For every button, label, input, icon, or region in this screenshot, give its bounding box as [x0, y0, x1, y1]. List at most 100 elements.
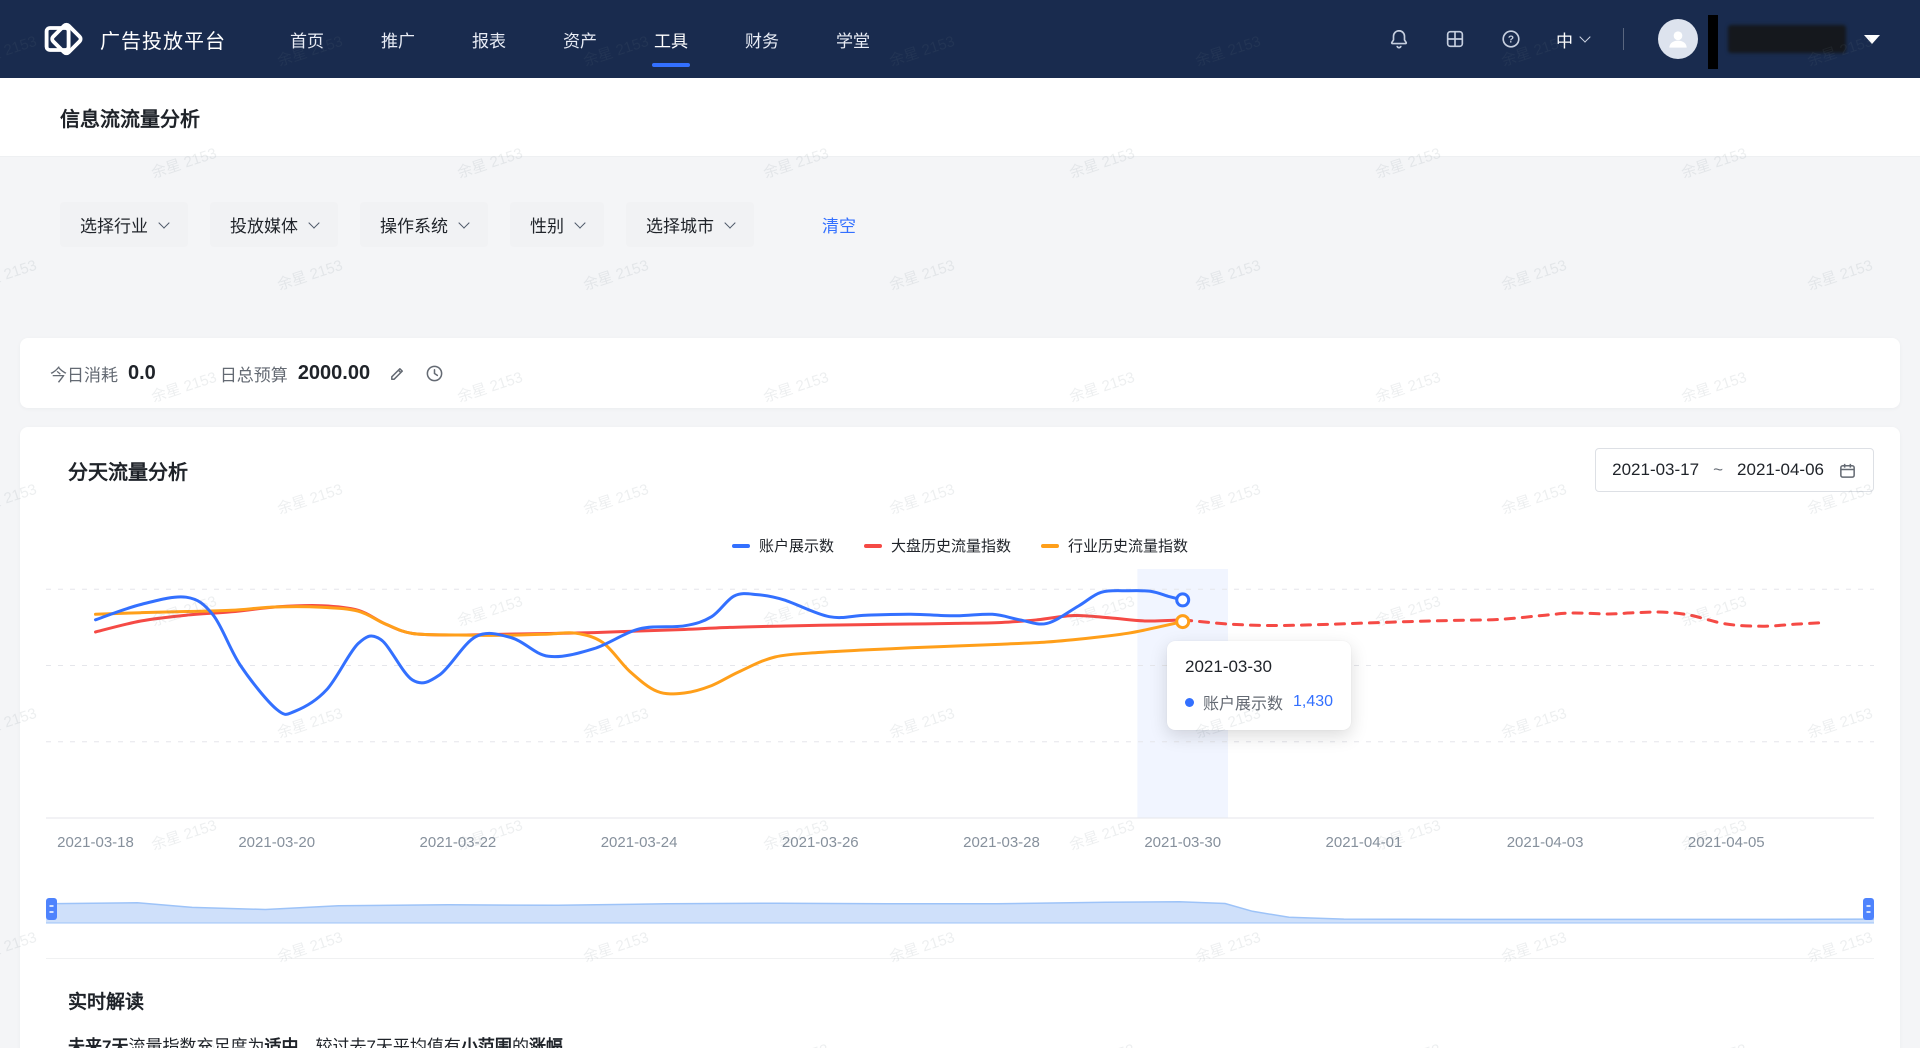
divider	[1623, 28, 1624, 50]
filter-label: 性别	[530, 212, 564, 237]
page-header: 信息流流量分析	[0, 78, 1920, 157]
series-market-forecast-dashed	[1183, 612, 1826, 626]
budget-label: 日总预算	[220, 361, 288, 386]
card-header: 分天流量分析 2021-03-17 ~ 2021-04-06	[46, 427, 1874, 513]
insight-text-segment: 。	[563, 1037, 580, 1048]
date-start: 2021-03-17	[1612, 460, 1699, 480]
tooltip-series-label: 账户展示数	[1203, 690, 1283, 714]
filter-media-dropdown[interactable]: 投放媒体	[210, 202, 338, 247]
workbench-grid-icon[interactable]	[1444, 28, 1466, 50]
edit-budget-icon[interactable]	[388, 364, 407, 383]
filter-label: 操作系统	[380, 212, 448, 237]
top-navbar: 广告投放平台 首页 推广 报表 资产 工具 财务 学堂 ?	[0, 0, 1920, 78]
redacted-user-name	[1728, 25, 1846, 53]
brush-handle-right[interactable]	[1863, 898, 1874, 920]
x-axis-label: 2021-03-18	[57, 834, 134, 851]
filter-label: 选择行业	[80, 212, 148, 237]
filter-industry-dropdown[interactable]: 选择行业	[60, 202, 188, 247]
chevron-down-icon	[724, 217, 735, 228]
tooltip-date: 2021-03-30	[1185, 657, 1333, 677]
x-axis-label: 2021-04-05	[1688, 834, 1765, 851]
filter-gender-dropdown[interactable]: 性别	[510, 202, 604, 247]
nav-item-assets[interactable]: 资产	[563, 17, 597, 62]
insight-section: 实时解读 未来7天流量指数充足度为适中，较过去7天平均值有小范围的涨幅。	[46, 958, 1874, 1048]
daily-traffic-card: 分天流量分析 2021-03-17 ~ 2021-04-06 账户展示数 大盘历…	[20, 427, 1900, 1048]
avatar[interactable]	[1658, 19, 1698, 59]
x-axis-label: 2021-03-28	[963, 834, 1040, 851]
today-cost-label: 今日消耗	[50, 361, 118, 386]
filter-os-dropdown[interactable]: 操作系统	[360, 202, 488, 247]
legend-item-market-index[interactable]: 大盘历史流量指数	[864, 535, 1011, 556]
insight-title: 实时解读	[68, 987, 1852, 1014]
legend-marker	[864, 544, 882, 548]
calendar-icon	[1838, 461, 1857, 480]
filter-bar: 选择行业 投放媒体 操作系统 性别 选择城市 清空	[0, 157, 1920, 247]
chevron-down-icon	[308, 217, 319, 228]
insight-text-segment: 流量指数充足度为	[128, 1037, 264, 1048]
nav-item-finance[interactable]: 财务	[745, 17, 779, 62]
legend-marker	[1041, 544, 1059, 548]
clear-filters-link[interactable]: 清空	[822, 212, 856, 237]
nav-item-reports[interactable]: 报表	[472, 17, 506, 62]
x-axis-label: 2021-04-01	[1326, 834, 1403, 851]
nav-item-academy[interactable]: 学堂	[836, 17, 870, 62]
chevron-down-icon	[574, 217, 585, 228]
user-menu-chevron-icon[interactable]	[1864, 35, 1880, 44]
filter-city-dropdown[interactable]: 选择城市	[626, 202, 754, 247]
hover-point-marker	[1177, 594, 1189, 606]
brush-track[interactable]	[46, 892, 1874, 926]
series-dot-icon	[1185, 698, 1194, 707]
bell-icon[interactable]	[1388, 28, 1410, 50]
svg-text:?: ?	[1508, 35, 1514, 46]
insight-text: 未来7天流量指数充足度为适中，较过去7天平均值有小范围的涨幅。	[68, 1034, 1852, 1048]
chevron-down-icon	[1579, 31, 1590, 42]
insight-text-segment: 小范围	[461, 1037, 512, 1048]
chart-area: 2021-03-182021-03-202021-03-222021-03-24…	[46, 564, 1874, 856]
date-separator: ~	[1713, 460, 1723, 480]
language-label: 中	[1556, 27, 1573, 52]
legend-marker	[732, 544, 750, 548]
insight-text-segment: 涨幅	[529, 1037, 563, 1048]
legend-label: 账户展示数	[759, 535, 834, 556]
chart-legend: 账户展示数 大盘历史流量指数 行业历史流量指数	[46, 535, 1874, 556]
date-range-picker[interactable]: 2021-03-17 ~ 2021-04-06	[1595, 448, 1874, 492]
time-range-brush[interactable]	[46, 892, 1874, 926]
x-axis-label: 2021-03-22	[420, 834, 497, 851]
budget-history-clock-icon[interactable]	[425, 364, 444, 383]
page-title: 信息流流量分析	[60, 103, 200, 132]
redacted-user-info	[1708, 15, 1718, 69]
filter-label: 选择城市	[646, 212, 714, 237]
language-switch[interactable]: 中	[1556, 27, 1589, 52]
insight-text-segment: 的	[512, 1037, 529, 1048]
section-title: 分天流量分析	[68, 456, 188, 485]
chevron-down-icon	[458, 217, 469, 228]
insight-text-segment: 适中	[264, 1037, 298, 1048]
hover-point-marker	[1177, 616, 1189, 628]
tooltip-value: 1,430	[1293, 693, 1333, 711]
watermark: 余星 2153	[886, 254, 957, 295]
brush-handle-left[interactable]	[46, 898, 57, 920]
x-axis-label: 2021-03-26	[782, 834, 859, 851]
legend-item-account-impressions[interactable]: 账户展示数	[732, 535, 834, 556]
legend-item-industry-index[interactable]: 行业历史流量指数	[1041, 535, 1188, 556]
brand-logo-icon[interactable]	[40, 17, 84, 61]
insight-text-segment: ，较过去7天平均值有	[298, 1037, 460, 1048]
nav-item-promotion[interactable]: 推广	[381, 17, 415, 62]
help-icon[interactable]: ?	[1500, 28, 1522, 50]
date-end: 2021-04-06	[1737, 460, 1824, 480]
watermark: 余星 2153	[1192, 254, 1263, 295]
budget-value: 2000.00	[298, 362, 370, 385]
watermark: 余星 2153	[580, 254, 651, 295]
x-axis-label: 2021-03-30	[1144, 834, 1221, 851]
chart-canvas[interactable]: 2021-03-182021-03-202021-03-222021-03-24…	[46, 564, 1874, 856]
nav-item-home[interactable]: 首页	[290, 17, 324, 62]
filter-label: 投放媒体	[230, 212, 298, 237]
chart-tooltip: 2021-03-30 账户展示数 1,430	[1167, 641, 1351, 730]
watermark: 余星 2153	[0, 254, 39, 295]
nav-item-tools[interactable]: 工具	[654, 17, 688, 62]
x-axis-label: 2021-04-03	[1507, 834, 1584, 851]
watermark: 余星 2153	[1498, 254, 1569, 295]
today-cost-value: 0.0	[128, 362, 156, 385]
tooltip-row: 账户展示数 1,430	[1185, 690, 1333, 714]
insight-text-segment: 未来7天	[68, 1037, 128, 1048]
